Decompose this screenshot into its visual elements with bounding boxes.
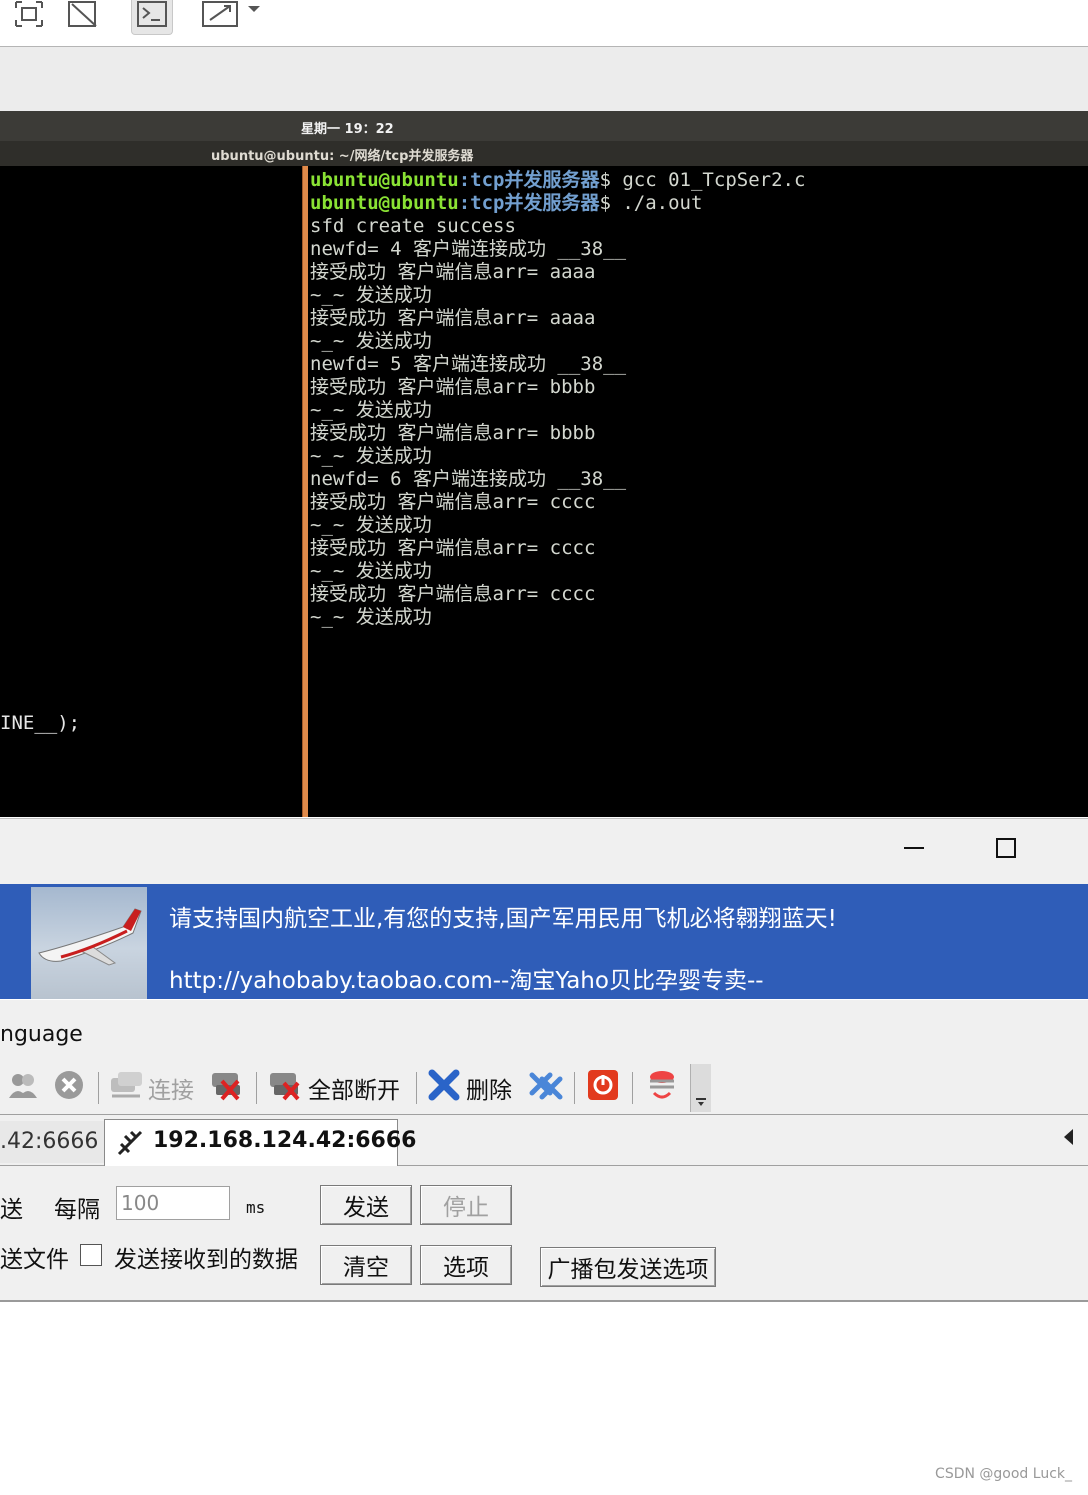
- stop-button[interactable]: [586, 1068, 620, 1108]
- output-line: ~_~ 发送成功: [310, 560, 432, 582]
- tab-scroll-left-icon[interactable]: [1064, 1129, 1073, 1145]
- interval-unit: ms: [246, 1198, 266, 1217]
- stretch-mode-dropdown-icon[interactable]: [200, 0, 264, 28]
- output-line: 接受成功 客户端信息arr= bbbb: [310, 422, 596, 444]
- tab-connection-1[interactable]: .42:6666: [0, 1121, 121, 1163]
- output-line: ~_~ 发送成功: [310, 445, 432, 467]
- send-settings-panel: 送 每隔 ms 发送 停止 送文件 发送接收到的数据 清空 选项 广播包发送选项: [0, 1166, 1088, 1302]
- connect-button[interactable]: 连接: [108, 1068, 194, 1108]
- connect-label: 连接: [148, 1078, 194, 1104]
- vm-console-margin: [0, 47, 1088, 111]
- disconnect-button[interactable]: [208, 1068, 246, 1108]
- window-title: ubuntu@ubuntu: ~/网络/tcp并发服务器: [211, 149, 474, 164]
- toolbar-separator: [574, 1072, 575, 1104]
- network-config-button[interactable]: [644, 1068, 680, 1108]
- connect-icon: [108, 1068, 144, 1108]
- toolbar-separator: [256, 1072, 257, 1104]
- output-line: 接受成功 客户端信息arr= aaaa: [310, 261, 596, 283]
- output-line: ~_~ 发送成功: [310, 399, 432, 421]
- send-button[interactable]: 发送: [320, 1185, 412, 1225]
- command-line: ubuntu@ubuntu:tcp并发服务器$ ./a.out: [310, 192, 703, 214]
- output-line: sfd create success: [310, 215, 516, 237]
- send-label: 送: [0, 1197, 23, 1223]
- broadcast-options-button[interactable]: 广播包发送选项: [540, 1247, 716, 1287]
- tab-label: .42:6666: [0, 1129, 99, 1154]
- close-circle-icon: [52, 1068, 86, 1108]
- banner-link[interactable]: http://yahobaby.taobao.com--淘宝Yaho贝比孕婴专卖…: [169, 961, 764, 995]
- terminal-titlebar: ubuntu@ubuntu: ~/网络/tcp并发服务器: [0, 141, 1088, 166]
- delete-label: 删除: [466, 1078, 512, 1104]
- disconnect-all-icon: [266, 1067, 304, 1109]
- output-line: 接受成功 客户端信息arr= cccc: [310, 537, 596, 559]
- vm-toolbar: [0, 0, 1088, 47]
- airplane-image: [31, 887, 147, 999]
- delete-button[interactable]: 删除: [426, 1068, 512, 1108]
- watermark: CSDN @good Luck_: [935, 1466, 1072, 1482]
- output-line: 接受成功 客户端信息arr= bbbb: [310, 376, 596, 398]
- connection-plug-icon: [115, 1128, 147, 1162]
- delete-all-icon: [528, 1067, 564, 1109]
- disconnect-icon: [208, 1067, 246, 1109]
- interval-input[interactable]: [116, 1186, 230, 1220]
- code-line: INE__);: [0, 712, 81, 734]
- users-button[interactable]: [6, 1068, 40, 1108]
- minimize-icon[interactable]: [904, 847, 924, 849]
- tab-label: 192.168.124.42:6666: [153, 1128, 417, 1153]
- connection-tabs: .42:6666 192.168.124.42:6666: [0, 1114, 1088, 1167]
- send-file-label: 送文件: [0, 1247, 69, 1273]
- users-icon: [6, 1068, 40, 1108]
- power-stop-icon: [586, 1068, 620, 1108]
- banner-line-1: 请支持国内航空工业,有您的支持,国产军用民用飞机必将翱翔蓝天!: [169, 906, 837, 932]
- output-line: newfd= 5 客户端连接成功 __38__: [310, 353, 627, 375]
- unity-mode-off-icon[interactable]: [66, 0, 100, 28]
- disconnect-all-button[interactable]: 全部断开: [266, 1068, 400, 1108]
- overflow-arrow-icon: [698, 1102, 704, 1106]
- options-button[interactable]: 选项: [420, 1245, 512, 1285]
- network-config-icon: [644, 1067, 680, 1109]
- tool-window-titlebar: [0, 818, 1088, 885]
- close-circle-button[interactable]: [52, 1068, 86, 1108]
- output-line: ~_~ 发送成功: [310, 514, 432, 536]
- tab-connection-2[interactable]: 192.168.124.42:6666: [104, 1119, 416, 1166]
- clock[interactable]: 星期一 19：22: [301, 118, 394, 137]
- menu-bar: nguage: [0, 1000, 1088, 1062]
- console-view-icon[interactable]: [131, 0, 173, 35]
- delete-all-button[interactable]: [528, 1068, 564, 1108]
- output-line: newfd= 6 客户端连接成功 __38__: [310, 468, 627, 490]
- menu-language[interactable]: nguage: [0, 1022, 83, 1047]
- stop-send-button[interactable]: 停止: [420, 1185, 512, 1225]
- output-line: ~_~ 发送成功: [310, 330, 432, 352]
- send-received-checkbox[interactable]: [80, 1244, 102, 1266]
- maximize-icon[interactable]: [996, 838, 1016, 858]
- command-line: ubuntu@ubuntu:tcp并发服务器$ gcc 01_TcpSer2.c: [310, 169, 806, 191]
- send-received-label: 发送接收到的数据: [114, 1247, 298, 1273]
- disconnect-all-label: 全部断开: [308, 1078, 400, 1104]
- ubuntu-top-panel: 星期一 19：22: [0, 111, 1088, 141]
- right-terminal-pane[interactable]: ubuntu@ubuntu:tcp并发服务器$ gcc 01_TcpSer2.c…: [308, 166, 1088, 817]
- toolbar-separator: [632, 1072, 633, 1104]
- delete-x-icon: [426, 1067, 462, 1109]
- output-line: 接受成功 客户端信息arr= cccc: [310, 583, 596, 605]
- output-line: 接受成功 客户端信息arr= cccc: [310, 491, 596, 513]
- clear-button[interactable]: 清空: [320, 1245, 412, 1285]
- interval-label: 每隔: [54, 1197, 100, 1223]
- output-line: 接受成功 客户端信息arr= aaaa: [310, 307, 596, 329]
- toolbar-separator: [416, 1072, 417, 1104]
- output-line: newfd= 4 客户端连接成功 __38__: [310, 238, 627, 260]
- output-line: ~_~ 发送成功: [310, 606, 432, 628]
- fit-window-icon[interactable]: [12, 0, 46, 28]
- output-line: ~_~ 发送成功: [310, 284, 432, 306]
- toolbar-separator: [98, 1072, 99, 1104]
- left-terminal-pane[interactable]: INE__);: [0, 166, 302, 817]
- ad-banner[interactable]: 请支持国内航空工业,有您的支持,国产军用民用飞机必将翱翔蓝天! http://y…: [0, 884, 1088, 999]
- chevron-down-icon: [696, 1098, 706, 1100]
- toolbar-overflow-handle[interactable]: [690, 1064, 711, 1112]
